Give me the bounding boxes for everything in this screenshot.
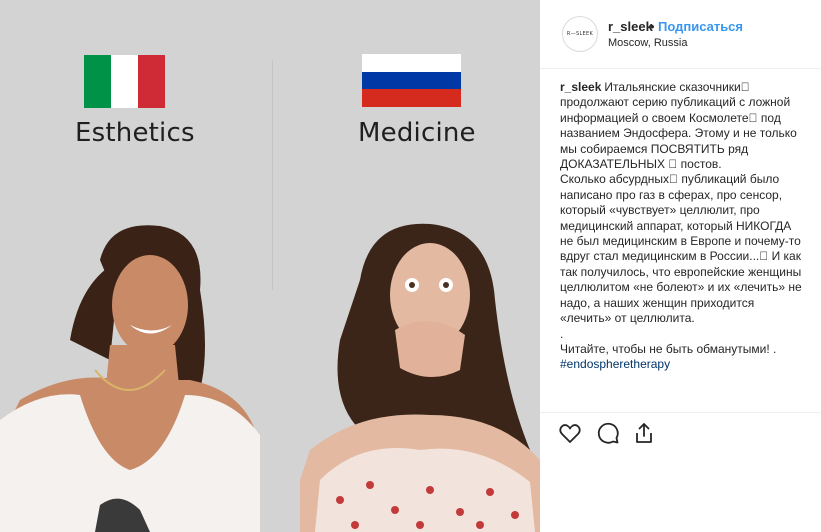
caption-username[interactable]: r_sleek: [560, 80, 601, 94]
follow-button[interactable]: Подписаться: [658, 19, 743, 34]
italy-flag: [84, 55, 165, 108]
comment-icon[interactable]: [596, 421, 620, 445]
russia-flag: [362, 54, 461, 108]
post-image[interactable]: Esthetics Medicine: [0, 0, 540, 532]
post-actions: [540, 412, 821, 453]
caption-dot-line: .: [560, 326, 564, 341]
hashtag-link[interactable]: #endospheretherapy: [560, 357, 804, 372]
image-divider: [272, 60, 273, 290]
post-caption: r_sleek Итальянские сказочники⃞ продолжаю…: [560, 80, 804, 408]
share-icon[interactable]: [632, 421, 656, 445]
post-header: R—SLEEK r_sleek • Подписаться Moscow, Ru…: [540, 0, 821, 69]
caption-text-3: Читайте, чтобы не быть обманутыми! .: [560, 341, 777, 356]
medicine-label: Medicine: [358, 118, 476, 148]
esthetics-label: Esthetics: [75, 118, 195, 148]
caption-text-2: Сколько абсурдных⃞ публикаций было напис…: [560, 172, 802, 326]
smiling-woman-photo: [0, 225, 260, 532]
caption-paragraph: r_sleek Итальянские сказочники⃞ продолжаю…: [560, 80, 804, 172]
avatar[interactable]: R—SLEEK: [562, 16, 598, 52]
separator-dot: •: [650, 19, 655, 34]
username-link[interactable]: r_sleek: [608, 19, 653, 34]
post-sidebar: R—SLEEK r_sleek • Подписаться Moscow, Ru…: [540, 0, 821, 532]
location-link[interactable]: Moscow, Russia: [608, 37, 687, 49]
surprised-woman-photo: [300, 223, 540, 532]
heart-icon[interactable]: [558, 421, 582, 445]
